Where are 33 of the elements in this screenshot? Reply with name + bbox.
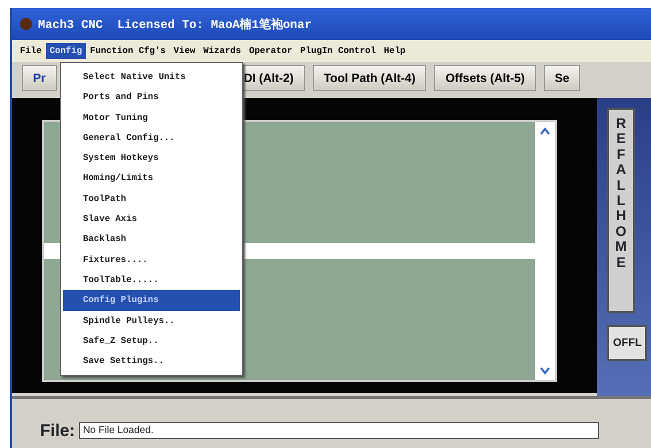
menu-item[interactable]: Slave Axis bbox=[63, 209, 240, 230]
menu-item[interactable]: Help bbox=[380, 43, 410, 59]
ref-all-home-button[interactable]: REF ALL HOME bbox=[607, 108, 635, 313]
app-icon bbox=[20, 18, 32, 30]
menu-item[interactable]: ToolPath bbox=[63, 188, 240, 210]
menu-item[interactable]: Config Plugins bbox=[63, 290, 240, 311]
tab-button[interactable]: Pr bbox=[22, 65, 57, 91]
menu-item[interactable]: Backlash bbox=[63, 229, 240, 250]
menu-item[interactable]: Config bbox=[46, 43, 86, 59]
menu-item[interactable]: PlugIn Control bbox=[296, 43, 380, 59]
offline-button[interactable]: OFFL bbox=[607, 325, 647, 361]
window-title: Mach3 CNC Licensed To: MaoA楠1笔袍onar bbox=[38, 16, 312, 32]
file-label: File: bbox=[40, 420, 75, 440]
tab-button[interactable]: Tool Path (Alt-4) bbox=[312, 65, 426, 91]
menu-item[interactable]: Motor Tuning bbox=[63, 108, 240, 128]
menu-item[interactable]: Save Settings.. bbox=[63, 351, 240, 372]
menu-item[interactable]: Safe_Z Setup.. bbox=[63, 330, 240, 352]
menu-item[interactable]: Fixtures.... bbox=[63, 250, 240, 270]
menu-item[interactable]: ToolTable..... bbox=[63, 270, 240, 290]
menu-item[interactable]: Homing/Limits bbox=[63, 168, 240, 189]
scroll-down-icon[interactable] bbox=[539, 366, 551, 376]
tab-button[interactable]: Offsets (Alt-5) bbox=[434, 65, 536, 91]
tab-button[interactable]: Se bbox=[544, 65, 580, 91]
file-field[interactable]: No File Loaded. bbox=[78, 422, 599, 439]
menu-item[interactable]: View bbox=[170, 43, 200, 59]
menu-item[interactable]: Function Cfg's bbox=[86, 43, 170, 59]
menu-item[interactable]: Operator bbox=[245, 43, 296, 59]
menu-item[interactable]: Spindle Pulleys.. bbox=[63, 310, 240, 331]
menu-item[interactable]: System Hotkeys bbox=[63, 148, 240, 168]
menu-item[interactable]: File bbox=[16, 43, 46, 59]
scroll-up-icon[interactable] bbox=[539, 126, 551, 136]
menu-item[interactable]: Wizards bbox=[199, 43, 246, 59]
menu-item[interactable]: General Config... bbox=[63, 128, 240, 148]
